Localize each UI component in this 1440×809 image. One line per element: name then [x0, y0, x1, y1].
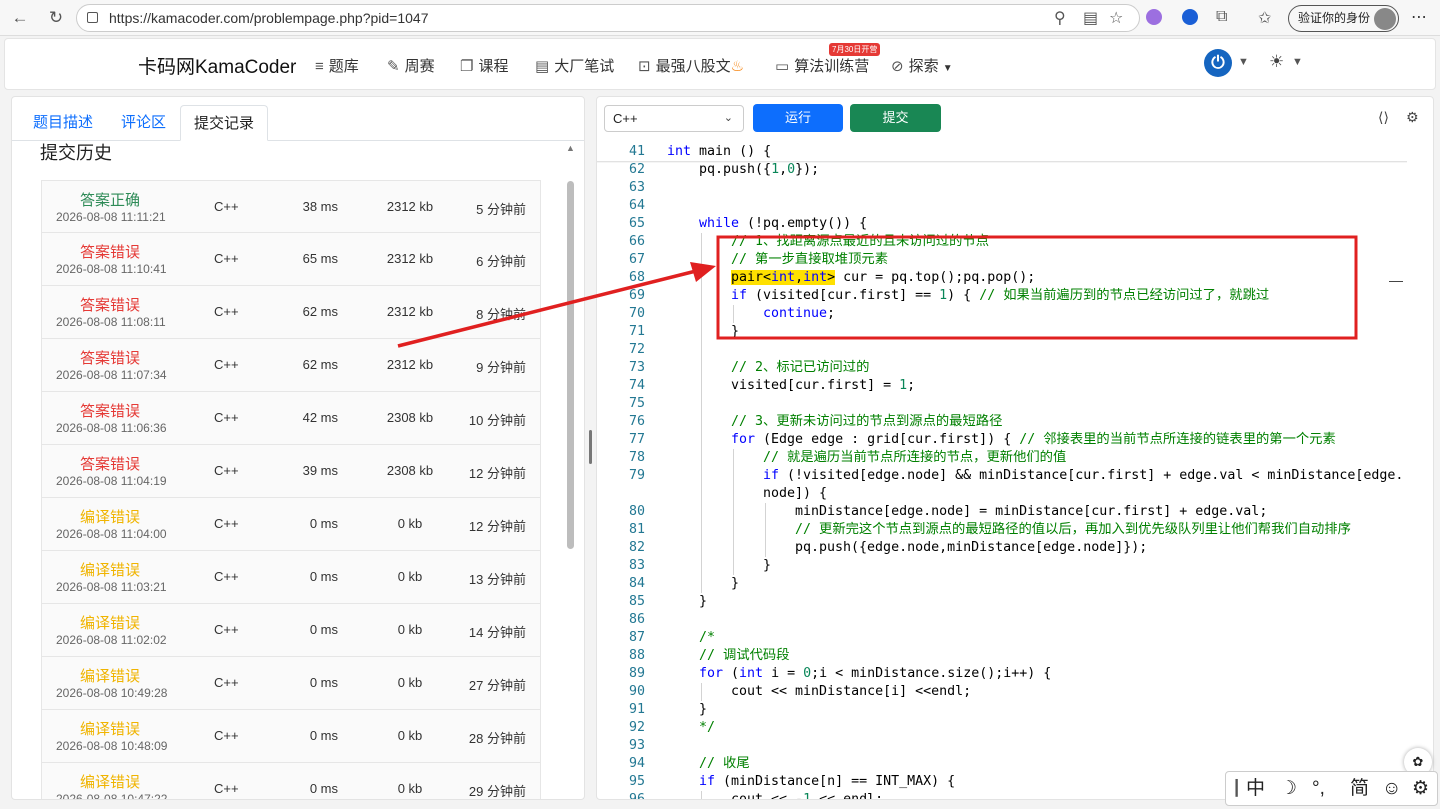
annotation-arrow-head	[690, 262, 716, 282]
ime-punct-icon[interactable]: °,	[1312, 772, 1325, 805]
ime-toolbar: ┃ 中 ☽ °, 简 ☺ ⚙	[1225, 771, 1438, 806]
ime-mode[interactable]: 中	[1246, 772, 1265, 805]
ime-settings-icon[interactable]: ⚙	[1412, 772, 1429, 805]
ime-handle-icon[interactable]: ┃	[1232, 772, 1241, 805]
ime-simplified[interactable]: 简	[1350, 772, 1369, 805]
annotation-overlay	[397, 235, 1358, 348]
highlight-box	[716, 235, 1358, 340]
ime-emoji-icon[interactable]: ☺	[1382, 772, 1401, 805]
ime-moon-icon[interactable]: ☽	[1280, 772, 1297, 805]
annotation-arrow-line	[397, 268, 701, 348]
